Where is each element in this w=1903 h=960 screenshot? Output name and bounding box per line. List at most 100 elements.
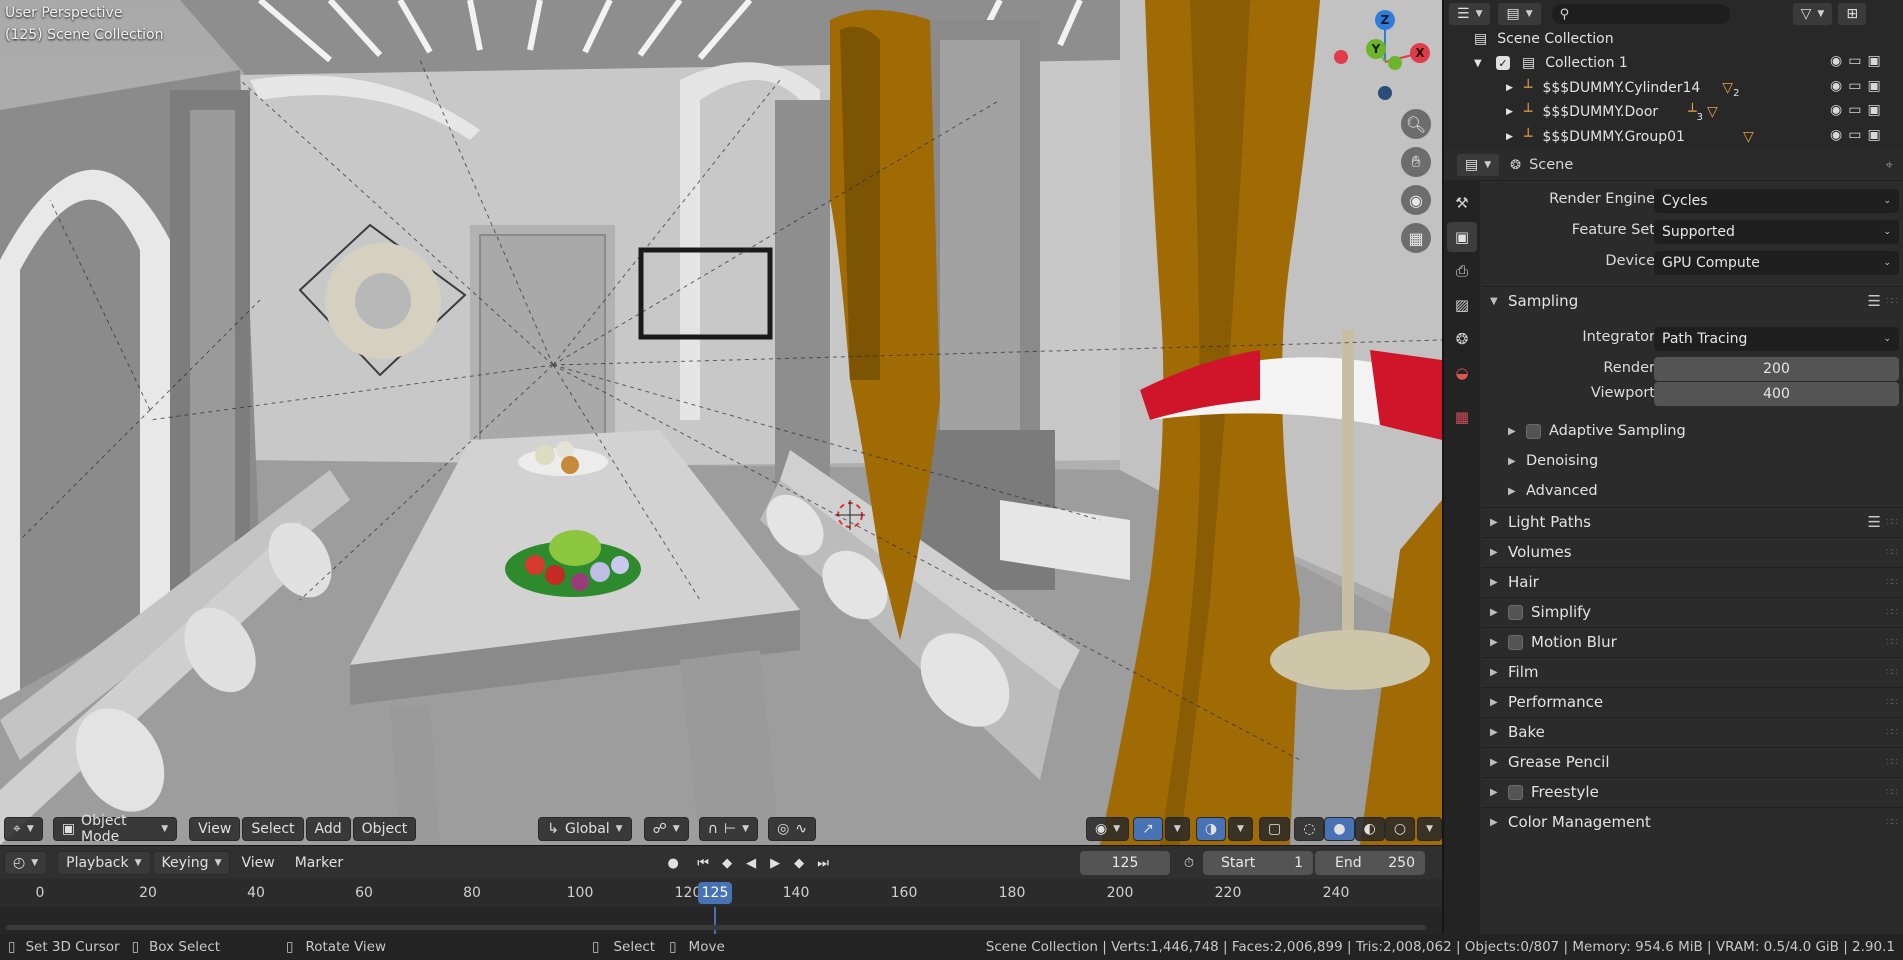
drag-handle-icon[interactable]: ∷∷ bbox=[1886, 577, 1898, 588]
proportional-edit-toggle[interactable]: ◎ ∿ bbox=[768, 817, 817, 841]
material-shading[interactable]: ◐ bbox=[1354, 817, 1385, 841]
outliner-item-door[interactable]: ▶ ┴ $$$DUMMY.Door ┴ 3 ▽ bbox=[1506, 100, 1718, 124]
integrator-dropdown[interactable]: Path Tracing ⌄ bbox=[1654, 327, 1899, 351]
drag-handle-icon[interactable]: ∷∷ bbox=[1886, 517, 1898, 528]
jump-start-icon[interactable]: ⏮︎ bbox=[692, 852, 714, 874]
menu-object[interactable]: Object bbox=[352, 817, 417, 841]
editor-type-button[interactable]: ⌖ ▼ bbox=[4, 817, 43, 841]
filter-dropdown[interactable]: ▽ ▼ bbox=[1791, 2, 1834, 26]
gizmo-z-axis[interactable]: Z bbox=[1375, 10, 1395, 30]
3d-viewport[interactable]: User Perspective (125) Scene Collection … bbox=[0, 0, 1442, 845]
xray-toggle[interactable]: ▢ bbox=[1258, 817, 1291, 841]
presets-list-icon[interactable]: ☰ bbox=[1868, 513, 1881, 531]
shading-dropdown[interactable]: ▼ bbox=[1417, 817, 1442, 841]
display-mode-dropdown[interactable]: ▤ ▼ bbox=[1497, 2, 1542, 26]
panel-grease-pencil[interactable]: ▶ Grease Pencil ∷∷ bbox=[1482, 747, 1903, 777]
collection-visibility[interactable]: ◉ ▭ ▣ bbox=[1830, 53, 1881, 69]
play-reverse-icon[interactable]: ◀ bbox=[740, 852, 762, 874]
drag-handle-icon[interactable]: ∷∷ bbox=[1886, 607, 1898, 618]
feature-set-dropdown[interactable]: Supported ⌄ bbox=[1654, 220, 1899, 244]
render-tab-icon[interactable]: ▣ bbox=[1447, 222, 1477, 252]
drag-handle-icon[interactable]: ∷∷ bbox=[1886, 757, 1898, 768]
freestyle-checkbox[interactable] bbox=[1508, 784, 1523, 800]
panel-light-paths[interactable]: ▶ Light Paths ☰ ∷∷ bbox=[1482, 507, 1903, 537]
item-visibility[interactable]: ◉ ▭ ▣ bbox=[1830, 78, 1881, 94]
item-visibility[interactable]: ◉ ▭ ▣ bbox=[1830, 102, 1881, 118]
adaptive-sampling-checkbox[interactable] bbox=[1526, 423, 1541, 439]
prev-keyframe-icon[interactable]: ◆ bbox=[716, 852, 738, 874]
properties-editor-type[interactable]: ▤ ▼ bbox=[1456, 153, 1501, 177]
object-mode-dropdown[interactable]: ▣ Object Mode ▼ bbox=[52, 813, 178, 845]
outliner-collection-1[interactable]: ▼ ✓ ▤ Collection 1 bbox=[1474, 51, 1628, 75]
panel-hair[interactable]: ▶ Hair ∷∷ bbox=[1482, 567, 1903, 597]
output-tab-icon[interactable]: ⎙ bbox=[1447, 256, 1477, 286]
new-collection-button[interactable]: ⊞ bbox=[1837, 2, 1868, 26]
timeline-menu-view[interactable]: View bbox=[232, 851, 283, 875]
timeline-body[interactable] bbox=[0, 907, 1442, 935]
wireframe-shading[interactable]: ◌ bbox=[1294, 817, 1325, 841]
tool-tab-icon[interactable]: ⚒ bbox=[1447, 188, 1477, 218]
panel-simplify[interactable]: ▶ Simplify ∷∷ bbox=[1482, 597, 1903, 627]
outliner-item-cylinder14[interactable]: ▶ ┴ $$$DUMMY.Cylinder14 ▽ 2 bbox=[1506, 76, 1739, 100]
texture-tab-icon[interactable]: ▦ bbox=[1447, 402, 1477, 432]
panel-sampling[interactable]: ▼ Sampling ☰ ∷∷ bbox=[1482, 286, 1903, 316]
panel-volumes[interactable]: ▶ Volumes ∷∷ bbox=[1482, 537, 1903, 567]
gizmo-toggle[interactable]: ↗ bbox=[1133, 817, 1163, 841]
visibility-dropdown[interactable]: ◉ ▼ bbox=[1086, 817, 1130, 841]
menu-marker[interactable]: Marker bbox=[286, 851, 352, 875]
drag-handle-icon[interactable]: ∷∷ bbox=[1886, 817, 1898, 828]
drag-handle-icon[interactable]: ∷∷ bbox=[1886, 637, 1898, 648]
checkbox-icon[interactable]: ✓ bbox=[1496, 56, 1510, 70]
gizmo-y-axis[interactable]: Y bbox=[1366, 39, 1386, 59]
grid-icon[interactable]: ▦ bbox=[1401, 223, 1431, 253]
motion-blur-checkbox[interactable] bbox=[1508, 634, 1523, 650]
menu-view[interactable]: View bbox=[189, 817, 241, 841]
outliner-editor-type[interactable]: ☰ ▼ bbox=[1448, 2, 1492, 26]
drag-handle-icon[interactable]: ∷∷ bbox=[1886, 787, 1898, 798]
drag-handle-icon[interactable]: ∷∷ bbox=[1886, 547, 1898, 558]
simplify-checkbox[interactable] bbox=[1508, 604, 1523, 620]
device-dropdown[interactable]: GPU Compute ⌄ bbox=[1654, 251, 1899, 275]
menu-playback[interactable]: Playback ▼ bbox=[57, 851, 151, 875]
navigation-gizmo[interactable]: Z X Y bbox=[1330, 5, 1440, 105]
render-engine-dropdown[interactable]: Cycles ⌄ bbox=[1654, 189, 1899, 213]
panel-performance[interactable]: ▶ Performance ∷∷ bbox=[1482, 687, 1903, 717]
view-layer-tab-icon[interactable]: ▨ bbox=[1447, 290, 1477, 320]
pin-icon[interactable]: ⌖ bbox=[1886, 158, 1893, 173]
overlays-toggle[interactable]: ◑ bbox=[1195, 817, 1227, 841]
gizmo-x-axis[interactable]: X bbox=[1410, 43, 1430, 63]
camera-icon[interactable]: ◉ bbox=[1401, 185, 1431, 215]
timeline-scrollbar[interactable] bbox=[6, 925, 1426, 930]
subpanel-advanced[interactable]: ▶ Advanced bbox=[1500, 476, 1903, 506]
outliner-scene-collection[interactable]: ▤ Scene Collection bbox=[1474, 27, 1614, 51]
panel-film[interactable]: ▶ Film ∷∷ bbox=[1482, 657, 1903, 687]
play-icon[interactable]: ▶ bbox=[764, 852, 786, 874]
gizmo-dropdown[interactable]: ▼ bbox=[1164, 817, 1190, 841]
pivot-dropdown[interactable]: ☍ ▼ bbox=[643, 817, 689, 841]
zoom-icon[interactable]: 🔍︎ bbox=[1401, 109, 1431, 139]
timeline-ruler[interactable]: 0 20 40 60 80 100 120 140 160 180 200 220 240 125 bbox=[0, 879, 1442, 907]
stopwatch-icon[interactable]: ⏱︎ bbox=[1178, 852, 1200, 874]
world-tab-icon[interactable]: ◒ bbox=[1447, 358, 1477, 388]
outliner-search-input[interactable]: ⚲ bbox=[1551, 4, 1730, 24]
menu-select[interactable]: Select bbox=[242, 817, 304, 841]
outliner-item-group01[interactable]: ▶ ┴ $$$DUMMY.Group01 ▽ bbox=[1506, 125, 1754, 149]
start-frame-field[interactable]: Start 1 bbox=[1203, 851, 1313, 875]
hand-icon[interactable]: ✋︎ bbox=[1401, 147, 1431, 177]
presets-list-icon[interactable]: ☰ bbox=[1868, 292, 1881, 310]
menu-keying[interactable]: Keying ▼ bbox=[152, 851, 231, 875]
jump-end-icon[interactable]: ⏭︎ bbox=[812, 852, 834, 874]
next-keyframe-icon[interactable]: ◆ bbox=[788, 852, 810, 874]
panel-bake[interactable]: ▶ Bake ∷∷ bbox=[1482, 717, 1903, 747]
drag-handle-icon[interactable]: ∷∷ bbox=[1886, 727, 1898, 738]
render-samples-field[interactable]: 200 bbox=[1654, 357, 1899, 381]
end-frame-field[interactable]: End 250 bbox=[1315, 851, 1425, 875]
panel-color-management[interactable]: ▶ Color Management ∷∷ bbox=[1482, 807, 1903, 837]
record-button[interactable]: ● bbox=[662, 852, 684, 874]
drag-handle-icon[interactable]: ∷∷ bbox=[1886, 667, 1898, 678]
snap-toggle[interactable]: ∩ ⊢ ▼ bbox=[698, 817, 759, 841]
overlays-dropdown[interactable]: ▼ bbox=[1228, 817, 1253, 841]
solid-shading[interactable]: ● bbox=[1324, 817, 1355, 841]
item-visibility[interactable]: ◉ ▭ ▣ bbox=[1830, 127, 1881, 143]
orientation-dropdown[interactable]: ↳ Global ▼ bbox=[538, 817, 632, 841]
